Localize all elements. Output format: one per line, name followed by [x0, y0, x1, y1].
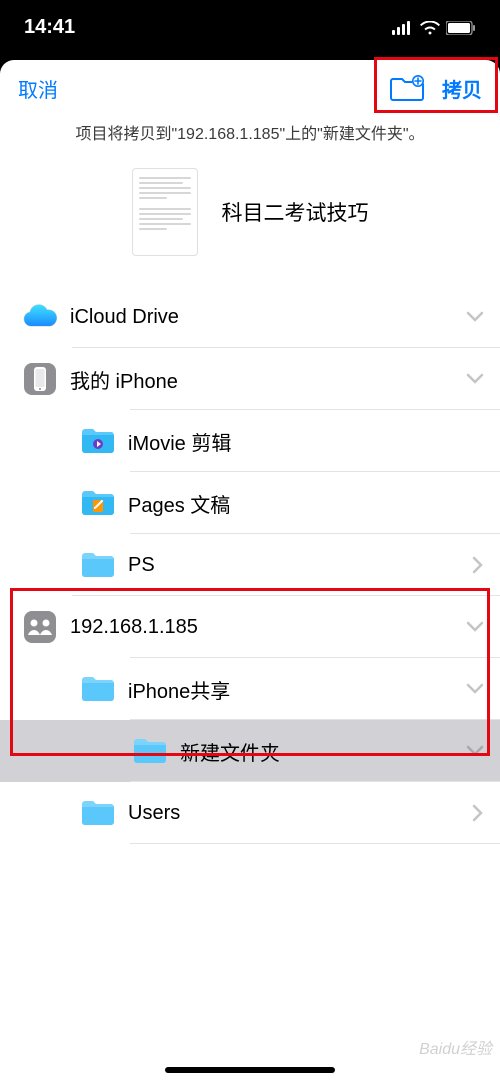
chevron-down-icon: [466, 621, 484, 633]
folder-icon: [76, 550, 120, 580]
battery-icon: [446, 21, 476, 35]
file-preview: 科目二考试技巧: [0, 158, 500, 286]
chevron-down-icon: [466, 311, 484, 323]
location-label: 我的 iPhone: [62, 365, 466, 394]
cancel-button[interactable]: 取消: [18, 74, 58, 103]
location-iphone[interactable]: 我的 iPhone: [0, 348, 500, 410]
folder-label: PS: [120, 554, 472, 577]
status-right: [392, 21, 476, 35]
iphone-icon: [18, 361, 62, 397]
chevron-down-icon: [466, 373, 484, 385]
home-indicator[interactable]: [165, 1067, 335, 1073]
folder-label: iMovie 剪辑: [120, 427, 484, 456]
chevron-down-icon: [466, 745, 484, 757]
folder-imovie[interactable]: iMovie 剪辑: [0, 410, 500, 472]
icloud-icon: [18, 304, 62, 330]
document-thumbnail-icon: [132, 168, 198, 256]
location-label: 192.168.1.185: [62, 616, 466, 639]
server-icon: [18, 609, 62, 645]
signal-icon: [392, 21, 414, 35]
location-icloud[interactable]: iCloud Drive: [0, 286, 500, 348]
folder-users[interactable]: Users: [0, 782, 500, 844]
copy-sheet: 取消 拷贝 项目将拷贝到"192.168.1.185"上的"新建文件夹"。 科目…: [0, 60, 500, 1083]
new-folder-icon[interactable]: [390, 75, 424, 101]
status-bar: 14:41: [0, 0, 500, 55]
folder-ps[interactable]: PS: [0, 534, 500, 596]
folder-icon: [76, 426, 120, 456]
nav-actions: 拷贝: [390, 74, 482, 103]
folder-label: Pages 文稿: [120, 489, 484, 518]
folder-label: iPhone共享: [120, 675, 466, 704]
nav-bar: 取消 拷贝: [0, 60, 500, 116]
folder-label: 新建文件夹: [172, 737, 466, 766]
folder-iphone-share[interactable]: iPhone共享: [0, 658, 500, 720]
folder-icon: [76, 674, 120, 704]
folder-new-folder[interactable]: 新建文件夹: [0, 720, 500, 782]
chevron-right-icon: [472, 556, 484, 574]
folder-icon: [76, 488, 120, 518]
location-server[interactable]: 192.168.1.185: [0, 596, 500, 658]
file-name: 科目二考试技巧: [222, 197, 369, 227]
copy-button[interactable]: 拷贝: [442, 74, 482, 103]
watermark: Baidu经验: [419, 1035, 492, 1059]
folder-icon: [76, 798, 120, 828]
folder-icon: [128, 736, 172, 766]
wifi-icon: [420, 21, 440, 35]
folder-label: Users: [120, 802, 472, 825]
chevron-right-icon: [472, 804, 484, 822]
subtitle: 项目将拷贝到"192.168.1.185"上的"新建文件夹"。: [0, 116, 500, 158]
status-time: 14:41: [24, 16, 75, 39]
folder-pages[interactable]: Pages 文稿: [0, 472, 500, 534]
locations-list: iCloud Drive 我的 iPhone iMovie 剪辑: [0, 286, 500, 844]
chevron-down-icon: [466, 683, 484, 695]
location-label: iCloud Drive: [62, 306, 466, 329]
